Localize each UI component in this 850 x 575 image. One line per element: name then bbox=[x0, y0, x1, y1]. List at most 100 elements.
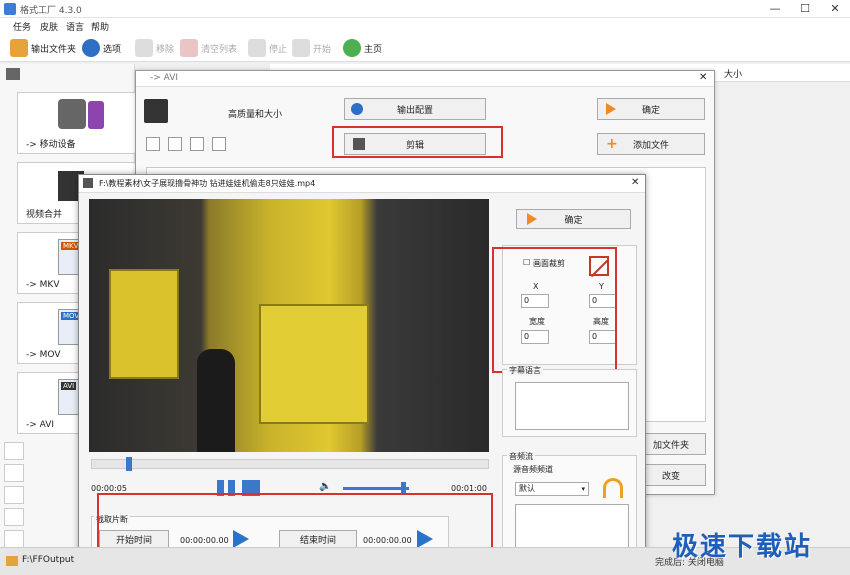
rom-category-icon[interactable] bbox=[4, 508, 24, 526]
add-folder-button[interactable]: 加文件夹 bbox=[636, 433, 706, 455]
audio-group: 音频流 源音频频道 默认 ▾ bbox=[502, 451, 637, 559]
window-title: 格式工厂 4.3.0 bbox=[20, 6, 82, 16]
menu-bar: 任务 皮肤 语言 帮助 bbox=[0, 18, 850, 34]
avi-format-icon bbox=[144, 99, 168, 123]
claw-machine-left bbox=[109, 269, 179, 379]
config-icon bbox=[351, 103, 363, 115]
output-config-label: 输出配置 bbox=[396, 105, 433, 116]
claw-machine-right bbox=[259, 304, 369, 424]
seek-bar[interactable] bbox=[91, 457, 489, 471]
clear-list-button[interactable]: 清空列表 bbox=[180, 37, 237, 59]
category-avi-label: -> AVI bbox=[26, 420, 55, 430]
output-folder-button[interactable]: 输出文件夹 bbox=[10, 37, 76, 59]
clear-icon bbox=[180, 39, 198, 57]
clip-dialog-title: F:\教程素材\女子展现撸骨神功 钻进娃娃机偷走8只娃娃.mp4 bbox=[99, 179, 316, 188]
close-button[interactable]: ✕ bbox=[820, 0, 850, 18]
title-bar: 格式工厂 4.3.0 — ☐ ✕ bbox=[0, 0, 850, 18]
avi-dialog-close-icon[interactable]: ✕ bbox=[699, 72, 707, 83]
mobile-device-icon bbox=[58, 99, 86, 129]
menu-language[interactable]: 语言 bbox=[66, 20, 84, 33]
toolbar: 输出文件夹 选项 移除 清空列表 停止 开始 主页 bbox=[0, 34, 850, 62]
clip-dialog: F:\教程素材\女子展现撸骨神功 钻进娃娃机偷走8只娃娃.mp4 ✕ 确定 ☐ … bbox=[78, 174, 646, 572]
arrow-right-icon bbox=[606, 103, 616, 115]
avi-dialog-title: -> AVI bbox=[150, 73, 179, 83]
document-category-icon[interactable] bbox=[4, 486, 24, 504]
options-button[interactable]: 选项 bbox=[82, 37, 121, 59]
remove-label: 移除 bbox=[156, 44, 175, 55]
clip-dialog-icon bbox=[83, 178, 93, 188]
highlight-crop-group bbox=[492, 247, 617, 373]
option-icon-2[interactable] bbox=[168, 137, 182, 151]
person-silhouette bbox=[197, 349, 235, 452]
video-preview bbox=[89, 199, 489, 452]
options-label: 选项 bbox=[103, 44, 122, 55]
home-button[interactable]: 主页 bbox=[343, 37, 382, 59]
phone-icon bbox=[88, 101, 104, 129]
highlight-clip-section bbox=[97, 493, 493, 553]
video-category-icon[interactable] bbox=[6, 68, 20, 80]
clip-dialog-titlebar: F:\教程素材\女子展现撸骨神功 钻进娃娃机偷走8只娃娃.mp4 ✕ bbox=[79, 175, 645, 193]
menu-skin[interactable]: 皮肤 bbox=[40, 20, 58, 33]
audio-group-label: 音频流 bbox=[507, 451, 535, 462]
category-mov-label: -> MOV bbox=[26, 350, 61, 360]
subtitle-list[interactable] bbox=[515, 382, 629, 430]
category-mkv-label: -> MKV bbox=[26, 280, 60, 290]
seek-handle[interactable] bbox=[126, 457, 132, 471]
total-duration: 00:01:00 bbox=[451, 484, 487, 493]
avi-ok-label: 确定 bbox=[641, 105, 660, 116]
option-icon-4[interactable] bbox=[212, 137, 226, 151]
quality-preset-label[interactable]: 高质量和大小 bbox=[228, 107, 282, 120]
add-file-button[interactable]: + 添加文件 bbox=[597, 133, 705, 155]
watermark-logo: 极速下载站 bbox=[672, 532, 813, 562]
maximize-button[interactable]: ☐ bbox=[790, 0, 820, 18]
folder-icon bbox=[10, 39, 28, 57]
image-category-icon[interactable] bbox=[4, 464, 24, 482]
home-label: 主页 bbox=[364, 44, 383, 55]
minimize-button[interactable]: — bbox=[760, 0, 790, 18]
option-icon-1[interactable] bbox=[146, 137, 160, 151]
start-icon bbox=[292, 39, 310, 57]
menu-help[interactable]: 帮助 bbox=[91, 20, 109, 33]
start-label: 开始 bbox=[313, 44, 332, 55]
clear-list-label: 清空列表 bbox=[201, 44, 238, 55]
home-icon bbox=[343, 39, 361, 57]
output-folder-label: 输出文件夹 bbox=[31, 44, 77, 55]
category-mobile[interactable]: -> 移动设备 bbox=[17, 92, 137, 154]
output-folder-icon[interactable] bbox=[6, 556, 18, 566]
avi-dialog-titlebar: -> AVI ✕ bbox=[136, 71, 714, 87]
chevron-down-icon: ▾ bbox=[581, 485, 585, 493]
current-time: 00:00:05 bbox=[91, 484, 127, 493]
audio-channel-select[interactable]: 默认 ▾ bbox=[515, 482, 589, 496]
audio-category-icon[interactable] bbox=[4, 442, 24, 460]
category-mobile-label: -> 移动设备 bbox=[26, 140, 76, 150]
start-button[interactable]: 开始 bbox=[292, 37, 331, 59]
audio-track-list[interactable] bbox=[515, 504, 629, 552]
option-icon-3[interactable] bbox=[190, 137, 204, 151]
remove-icon bbox=[135, 39, 153, 57]
size-column-header: 大小 bbox=[724, 70, 743, 80]
clip-ok-label: 确定 bbox=[564, 215, 583, 226]
stop-label: 停止 bbox=[269, 44, 288, 55]
app-icon bbox=[4, 3, 16, 15]
highlight-clip-button bbox=[332, 126, 503, 158]
add-folder-label: 加文件夹 bbox=[652, 440, 689, 451]
stop-button[interactable]: 停止 bbox=[248, 37, 287, 59]
stop-icon bbox=[248, 39, 266, 57]
subtitle-label: 字幕语言 bbox=[507, 365, 543, 376]
avi-badge: AVI bbox=[61, 382, 77, 390]
clip-dialog-close-icon[interactable]: ✕ bbox=[631, 177, 639, 188]
volume-icon[interactable]: 🔈 bbox=[319, 481, 331, 492]
menu-task[interactable]: 任务 bbox=[13, 20, 31, 33]
avi-ok-button[interactable]: 确定 bbox=[597, 98, 705, 120]
change-label: 改变 bbox=[661, 471, 680, 482]
arrow-right-icon bbox=[527, 213, 537, 225]
output-config-button[interactable]: 输出配置 bbox=[344, 98, 486, 120]
category-merge-label: 视频合并 bbox=[26, 210, 63, 220]
remove-button[interactable]: 移除 bbox=[135, 37, 174, 59]
change-button[interactable]: 改变 bbox=[636, 464, 706, 486]
output-path[interactable]: F:\FFOutput bbox=[22, 555, 74, 565]
utilities-category-icon[interactable] bbox=[4, 530, 24, 548]
add-file-label: 添加文件 bbox=[632, 140, 669, 151]
clip-ok-button[interactable]: 确定 bbox=[516, 209, 631, 229]
volume-slider[interactable] bbox=[343, 482, 409, 495]
